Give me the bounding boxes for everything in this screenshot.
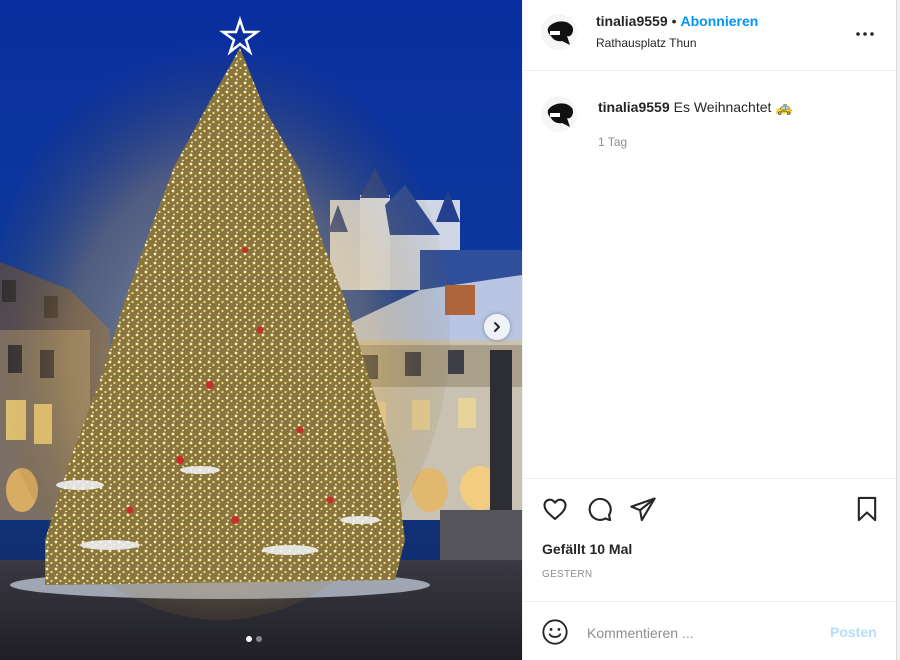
comment-button[interactable] (585, 495, 613, 523)
header-username[interactable]: tinalia9559 (596, 13, 668, 29)
post-dialog: tinalia9559 • Abonnieren Rathausplatz Thun… (0, 0, 897, 660)
caption-username[interactable]: tinalia9559 (598, 99, 670, 115)
follow-button[interactable]: Abonnieren (681, 13, 759, 29)
header-separator: • (671, 13, 677, 29)
post-header: tinalia9559 • Abonnieren Rathausplatz Thun (523, 0, 896, 71)
like-button[interactable] (541, 495, 569, 523)
avatar[interactable] (541, 96, 577, 132)
caption-timestamp[interactable]: 1 Tag (598, 135, 627, 149)
profile-picture-icon (541, 96, 577, 132)
save-button[interactable] (853, 495, 881, 523)
post-comment-button[interactable]: Posten (830, 624, 877, 640)
post-actions (523, 478, 896, 531)
caption-text: tinalia9559 Es Weihnachtet 🚕 (598, 99, 793, 116)
carousel-dot-active (246, 636, 252, 642)
share-icon (630, 497, 656, 522)
carousel-next-button[interactable] (484, 314, 510, 340)
profile-picture-icon (541, 14, 577, 50)
avatar[interactable] (541, 14, 577, 50)
share-button[interactable] (629, 495, 657, 523)
emoji-icon (542, 619, 568, 645)
christmas-tree-photo (0, 0, 522, 660)
carousel-dot (256, 636, 262, 642)
carousel-indicator (246, 636, 262, 642)
post-date[interactable]: GESTERN (542, 569, 592, 580)
post-side-panel: tinalia9559 • Abonnieren Rathausplatz Thun… (522, 0, 896, 660)
more-options-icon (856, 32, 874, 36)
comment-input[interactable] (585, 620, 819, 646)
more-options-button[interactable] (853, 22, 877, 46)
emoji-button[interactable] (541, 618, 569, 646)
likes-count[interactable]: Gefällt 10 Mal (542, 541, 632, 557)
caption-body: Es Weihnachtet 🚕 (673, 99, 793, 115)
location-link[interactable]: Rathausplatz Thun (596, 36, 758, 50)
bookmark-icon (857, 496, 877, 522)
heart-icon (543, 498, 567, 520)
post-photo[interactable] (0, 0, 522, 660)
comment-icon (588, 497, 612, 522)
chevron-right-icon (494, 322, 500, 332)
comment-bar: Posten (523, 601, 896, 660)
